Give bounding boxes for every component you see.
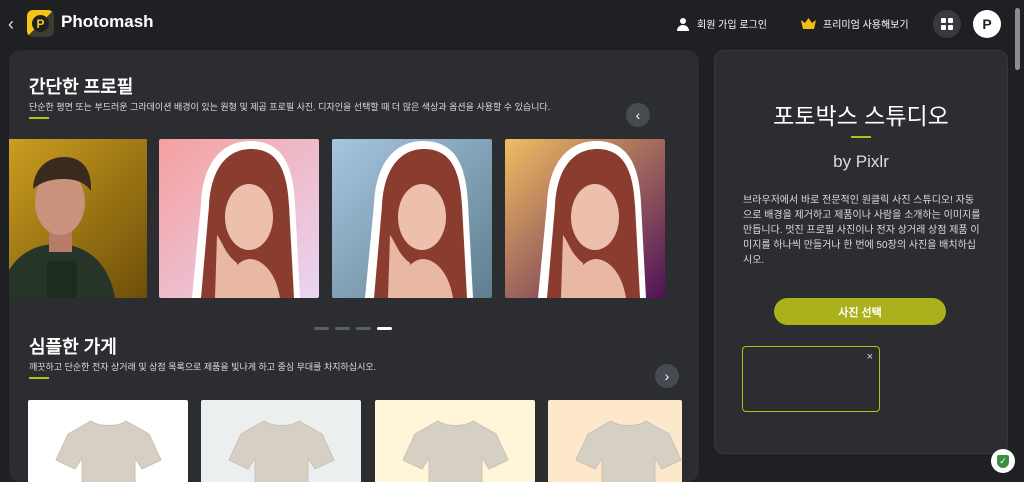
shield-icon: ✓ [997,454,1009,468]
carousel-dot[interactable] [314,327,329,330]
female-portrait-blue-image [332,139,492,298]
profile-card-3[interactable] [332,139,492,298]
chevron-left-icon: ‹ [635,107,641,123]
security-shield-icon[interactable]: ✓ [991,449,1015,473]
store-accent-line [29,377,49,379]
profile-card-4[interactable] [505,139,665,298]
apps-button[interactable] [933,10,961,38]
profile-card-2[interactable] [159,139,319,298]
scrollbar-thumb[interactable] [1015,8,1020,70]
studio-title: 포토박스 스튜디오 [773,103,949,129]
store-section-title: 심플한 가게 [29,337,117,357]
store-card-1[interactable] [28,400,188,482]
studio-panel: 포토박스 스튜디오 by Pixlr 브라우저에서 바로 전문적인 원클릭 사진… [714,50,1008,454]
page-scrollbar[interactable] [1012,0,1024,482]
profile-section-title: 간단한 프로필 [29,77,134,97]
back-icon[interactable]: ‹ [8,14,22,34]
premium-link[interactable]: 프리미엄 사용해보기 [801,16,909,31]
tshirt-image [228,420,335,482]
tshirt-image [575,420,682,482]
app-name[interactable]: Photomash [61,12,154,32]
store-card-2[interactable] [201,400,361,482]
store-card-4[interactable] [548,400,682,482]
store-next-button[interactable]: › [655,364,679,388]
logo-mark: P [32,15,49,32]
tshirt-image [55,420,162,482]
store-section-description: 깨끗하고 단순한 전자 상거래 및 상점 목록으로 제품을 빛나게 하고 중심 … [29,362,377,372]
top-bar: ‹ P Photomash 회원 가입 로그인 프리미엄 사용해보기 P [0,0,1024,48]
signup-login-link[interactable]: 회원 가입 로그인 [676,16,767,31]
female-portrait-gold-purple-image [505,139,665,298]
studio-by-label: by Pixlr [833,152,889,171]
photomash-logo[interactable]: P [27,10,54,37]
grid-icon [941,18,953,30]
profile-accent-line [29,117,49,119]
chevron-right-icon: › [664,368,670,384]
close-icon[interactable]: × [867,351,873,363]
user-icon [677,17,689,31]
photo-drop-area[interactable]: × [742,346,880,412]
premium-label: 프리미엄 사용해보기 [823,20,909,31]
carousel-dot[interactable] [356,327,371,330]
carousel-dot[interactable] [335,327,350,330]
profile-card-1[interactable] [9,139,147,298]
profile-carousel-indicator[interactable] [314,327,392,330]
profile-section-description: 단순한 평면 또는 부드러운 그라데이션 배경이 있는 원형 및 제곱 프로필 … [29,102,551,112]
studio-accent-line [851,136,871,138]
crown-icon [801,18,816,29]
male-portrait-image [9,139,147,298]
templates-panel: 간단한 프로필 단순한 평면 또는 부드러운 그라데이션 배경이 있는 원형 및… [9,50,699,482]
profile-prev-button[interactable]: ‹ [626,103,650,127]
studio-description: 브라우저에서 바로 전문적인 원클릭 사진 스튜디오! 자동으로 배경을 제거하… [743,195,981,266]
pixlr-logo-icon[interactable]: P [973,10,1001,38]
tshirt-image [402,420,509,482]
signup-login-label: 회원 가입 로그인 [697,20,767,31]
select-photo-button[interactable]: 사진 선택 [774,298,946,325]
carousel-dot-active[interactable] [377,327,392,330]
female-portrait-pink-image [159,139,319,298]
store-card-3[interactable] [375,400,535,482]
